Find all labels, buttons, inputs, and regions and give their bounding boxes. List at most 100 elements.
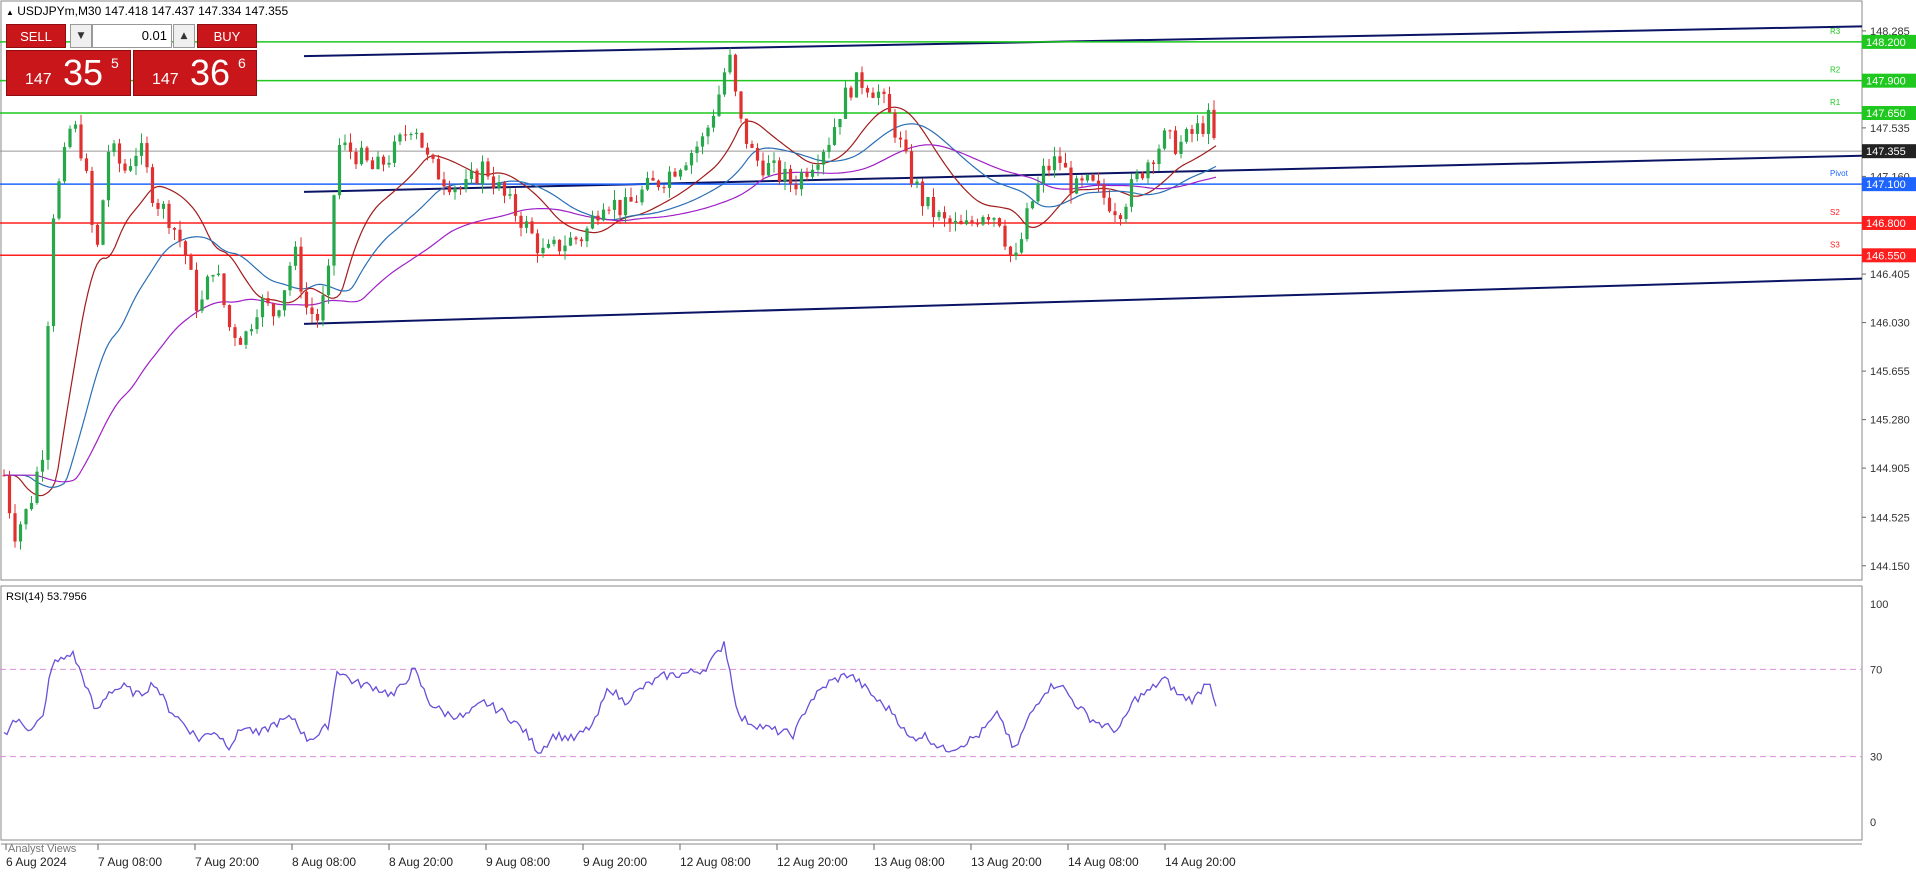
bullish-candle xyxy=(1135,172,1139,180)
time-tick-label: 6 Aug 2024 xyxy=(6,855,67,869)
bullish-candle xyxy=(700,136,705,147)
bullish-candle xyxy=(766,162,771,176)
bearish-candle xyxy=(1113,211,1117,216)
bearish-candle xyxy=(887,93,892,113)
bullish-candle xyxy=(816,164,820,170)
time-tick-label: 9 Aug 08:00 xyxy=(486,855,550,869)
bullish-candle xyxy=(282,290,287,311)
sell-button[interactable]: SELL xyxy=(6,24,66,48)
bullish-candle xyxy=(73,124,78,129)
moving-average-medium xyxy=(4,123,1217,489)
bullish-candle xyxy=(722,72,727,95)
bearish-candle xyxy=(491,176,496,189)
bullish-candle xyxy=(1157,148,1161,165)
bearish-candle xyxy=(304,291,309,308)
chart-header: ▲ USDJPYm,M30 147.418 147.437 147.334 14… xyxy=(6,4,288,18)
bullish-candle xyxy=(992,218,996,220)
time-tick-label: 14 Aug 20:00 xyxy=(1165,855,1236,869)
bearish-candle xyxy=(794,183,798,190)
price-tick-label: 147.535 xyxy=(1870,123,1910,135)
bullish-candle xyxy=(821,151,826,165)
bullish-candle xyxy=(480,161,485,184)
bearish-candle xyxy=(1102,184,1106,198)
bullish-candle xyxy=(293,246,298,266)
sell-price-box[interactable]: 147 35 5 xyxy=(6,50,131,96)
bearish-candle xyxy=(315,313,320,321)
bearish-candle xyxy=(348,142,353,152)
price-tick-label: 144.525 xyxy=(1870,512,1910,524)
lot-increase-button[interactable]: ▲ xyxy=(173,24,195,48)
bearish-candle xyxy=(381,156,386,165)
bearish-candle xyxy=(849,87,853,98)
bullish-candle xyxy=(508,194,512,196)
bearish-candle xyxy=(596,215,600,221)
bearish-candle xyxy=(893,112,897,138)
bearish-candle xyxy=(370,160,375,170)
bearish-candle xyxy=(1118,215,1123,220)
bearish-candle xyxy=(458,188,463,190)
buy-price-main: 36 xyxy=(190,52,231,93)
bullish-candle xyxy=(711,115,716,128)
time-tick-label: 13 Aug 08:00 xyxy=(874,855,945,869)
bullish-candle xyxy=(244,331,248,345)
bullish-candle xyxy=(134,155,138,167)
bearish-candle xyxy=(761,160,765,176)
bearish-candle xyxy=(233,327,237,338)
bearish-candle xyxy=(904,139,908,152)
bullish-candle xyxy=(876,91,881,98)
price-tick-label: 145.280 xyxy=(1870,415,1910,427)
bearish-candle xyxy=(425,147,430,155)
bearish-candle xyxy=(145,143,149,168)
buy-price-box[interactable]: 147 36 6 xyxy=(133,50,257,96)
buy-button[interactable]: BUY xyxy=(197,24,257,48)
price-tick-label: 145.655 xyxy=(1870,366,1910,378)
rsi-title: RSI(14) 53.7956 xyxy=(6,591,87,603)
bearish-candle xyxy=(519,215,523,228)
bullish-candle xyxy=(568,237,573,246)
bearish-candle xyxy=(150,167,155,204)
bearish-candle xyxy=(1140,172,1145,179)
bullish-candle xyxy=(249,329,254,332)
bearish-candle xyxy=(662,187,666,189)
bullish-candle xyxy=(915,181,919,185)
bearish-candle xyxy=(365,147,369,161)
bearish-candle xyxy=(436,158,441,180)
level-price-label: 146.550 xyxy=(1866,250,1906,262)
price-tick-label: 144.905 xyxy=(1870,463,1910,475)
level-price-label: 146.800 xyxy=(1866,218,1906,230)
bullish-candle xyxy=(728,54,732,73)
chart-canvas[interactable]: 148.285147.910147.535147.160146.785146.4… xyxy=(0,0,1916,874)
bullish-candle xyxy=(1036,183,1040,202)
collapse-triangle-icon[interactable]: ▲ xyxy=(6,8,14,17)
lot-decrease-button[interactable]: ▼ xyxy=(70,24,92,48)
bearish-candle xyxy=(997,218,1002,226)
lot-size-input[interactable]: 0.01 xyxy=(92,24,172,48)
bullish-candle xyxy=(211,274,215,277)
bearish-candle xyxy=(1168,130,1172,132)
bullish-candle xyxy=(953,220,958,224)
bullish-candle xyxy=(937,212,941,218)
buy-price-prefix: 147 xyxy=(152,71,179,88)
bullish-candle xyxy=(46,326,50,460)
bearish-candle xyxy=(744,118,749,144)
current-price-label: 147.355 xyxy=(1866,146,1906,158)
ohlc-values: 147.418 147.437 147.334 147.355 xyxy=(104,4,289,18)
bearish-candle xyxy=(733,54,738,92)
bullish-candle xyxy=(321,295,325,321)
bullish-candle xyxy=(546,243,551,248)
bullish-candle xyxy=(1041,165,1046,184)
bullish-candle xyxy=(128,166,133,171)
bearish-candle xyxy=(788,168,793,184)
bearish-candle xyxy=(1063,162,1068,168)
bearish-candle xyxy=(673,171,677,177)
bearish-candle xyxy=(1151,162,1156,165)
bullish-candle xyxy=(40,459,45,472)
bullish-candle xyxy=(332,195,336,266)
bearish-candle xyxy=(959,220,963,225)
analyst-views-label[interactable]: Analyst Views xyxy=(8,843,76,855)
level-price-label: 147.100 xyxy=(1866,179,1906,191)
bullish-candle xyxy=(926,196,930,207)
bearish-candle xyxy=(420,132,424,148)
level-tag-r1: R1 xyxy=(1830,98,1841,107)
bearish-candle xyxy=(266,298,270,304)
